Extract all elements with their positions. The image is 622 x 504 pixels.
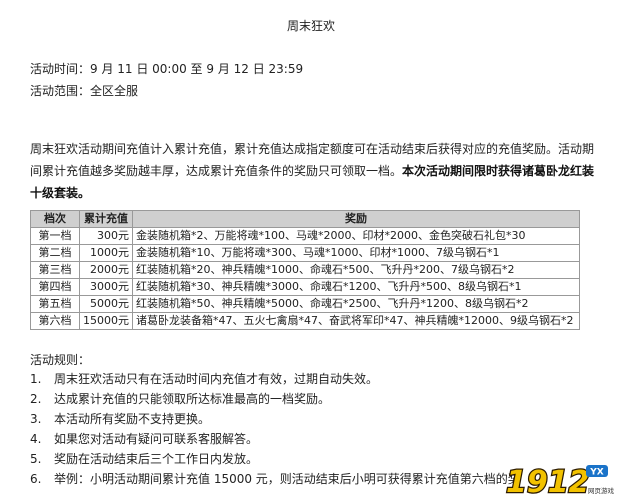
rule-number: 5. <box>30 452 42 466</box>
reward-table: 档次 累计充值 奖励 第一档 300元 金装随机箱*2、万能将魂*100、马魂*… <box>30 210 580 330</box>
rule-text: 如果您对活动有疑问可联系客服解答。 <box>54 432 259 446</box>
reward-cell: 红装随机箱*50、神兵精魄*5000、命魂石*2500、飞升丹*1200、8级乌… <box>132 295 580 313</box>
recharge-cell: 300元 <box>79 227 133 245</box>
recharge-cell: 2000元 <box>79 261 133 279</box>
rule-text: 举例：小明活动期间累计充值 15000 元，则活动结束后小明可获得累计充值第六档… <box>54 472 520 486</box>
tier-cell: 第四档 <box>30 278 80 296</box>
table-row: 第一档 300元 金装随机箱*2、万能将魂*100、马魂*2000、印材*200… <box>30 227 580 245</box>
tier-cell: 第六档 <box>30 312 80 330</box>
tier-cell: 第五档 <box>30 295 80 313</box>
reward-cell: 红装随机箱*30、神兵精魄*3000、命魂石*1200、飞升丹*500、8级乌钢… <box>132 278 580 296</box>
rule-number: 4. <box>30 432 42 446</box>
table-row: 第四档 3000元 红装随机箱*30、神兵精魄*3000、命魂石*1200、飞升… <box>30 278 580 296</box>
recharge-cell: 3000元 <box>79 278 133 296</box>
table-row: 第六档 15000元 诸葛卧龙装备箱*47、五火七禽扇*47、奋武将军印*47、… <box>30 312 580 330</box>
rule-number: 3. <box>30 412 42 426</box>
page-title: 周末狂欢 <box>286 19 335 33</box>
list-item: 1. 周末狂欢活动只有在活动时间内充值才有效，过期自动失效。 <box>30 369 590 389</box>
watermark-logo: 1912 YX 网页游戏 <box>505 464 615 500</box>
list-item: 3. 本活动所有奖励不支持更换。 <box>30 409 590 429</box>
rules-title: 活动规则： <box>30 353 91 367</box>
table-row: 第五档 5000元 红装随机箱*50、神兵精魄*5000、命魂石*2500、飞升… <box>30 295 580 313</box>
list-item: 2. 达成累计充值的只能领取所达标准最高的一档奖励。 <box>30 389 590 409</box>
reward-cell: 金装随机箱*2、万能将魂*100、马魂*2000、印材*2000、金色突破石礼包… <box>132 227 580 245</box>
reward-cell: 诸葛卧龙装备箱*47、五火七禽扇*47、奋武将军印*47、神兵精魄*12000、… <box>132 312 580 330</box>
watermark-text: 1912 <box>506 465 590 500</box>
tier-cell: 第一档 <box>30 227 80 245</box>
rule-number: 6. <box>30 472 42 486</box>
tier-cell: 第三档 <box>30 261 80 279</box>
tier-cell: 第二档 <box>30 244 80 262</box>
reward-cell: 金装随机箱*10、万能将魂*300、马魂*1000、印材*1000、7级乌钢石*… <box>132 244 580 262</box>
rule-text: 本活动所有奖励不支持更换。 <box>54 412 211 426</box>
header-tier: 档次 <box>30 210 80 228</box>
watermark-subtitle: 网页游戏 <box>588 486 615 495</box>
rule-text: 奖励在活动结束后三个工作日内发放。 <box>54 452 259 466</box>
event-time: 活动时间：9 月 11 日 00:00 至 9 月 12 日 23:59 <box>30 62 304 76</box>
rule-text: 周末狂欢活动只有在活动时间内充值才有效，过期自动失效。 <box>54 372 379 386</box>
header-reward: 奖励 <box>132 210 580 228</box>
table-row: 第二档 1000元 金装随机箱*10、万能将魂*300、马魂*1000、印材*1… <box>30 244 580 262</box>
recharge-cell: 5000元 <box>79 295 133 313</box>
table-header-row: 档次 累计充值 奖励 <box>30 210 580 228</box>
recharge-cell: 15000元 <box>79 312 133 330</box>
list-item: 4. 如果您对活动有疑问可联系客服解答。 <box>30 429 590 449</box>
watermark-badge: YX <box>589 468 604 478</box>
header-recharge: 累计充值 <box>79 210 133 228</box>
rule-number: 1. <box>30 372 42 386</box>
event-scope: 活动范围：全区全服 <box>30 84 139 98</box>
recharge-cell: 1000元 <box>79 244 133 262</box>
intro-paragraph: 周末狂欢活动期间充值计入累计充值，累计充值达成指定额度可在活动结束后获得对应的充… <box>30 138 596 204</box>
rule-number: 2. <box>30 392 42 406</box>
table-row: 第三档 2000元 红装随机箱*20、神兵精魄*1000、命魂石*500、飞升丹… <box>30 261 580 279</box>
rule-text: 达成累计充值的只能领取所达标准最高的一档奖励。 <box>54 392 331 406</box>
reward-cell: 红装随机箱*20、神兵精魄*1000、命魂石*500、飞升丹*200、7级乌钢石… <box>132 261 580 279</box>
